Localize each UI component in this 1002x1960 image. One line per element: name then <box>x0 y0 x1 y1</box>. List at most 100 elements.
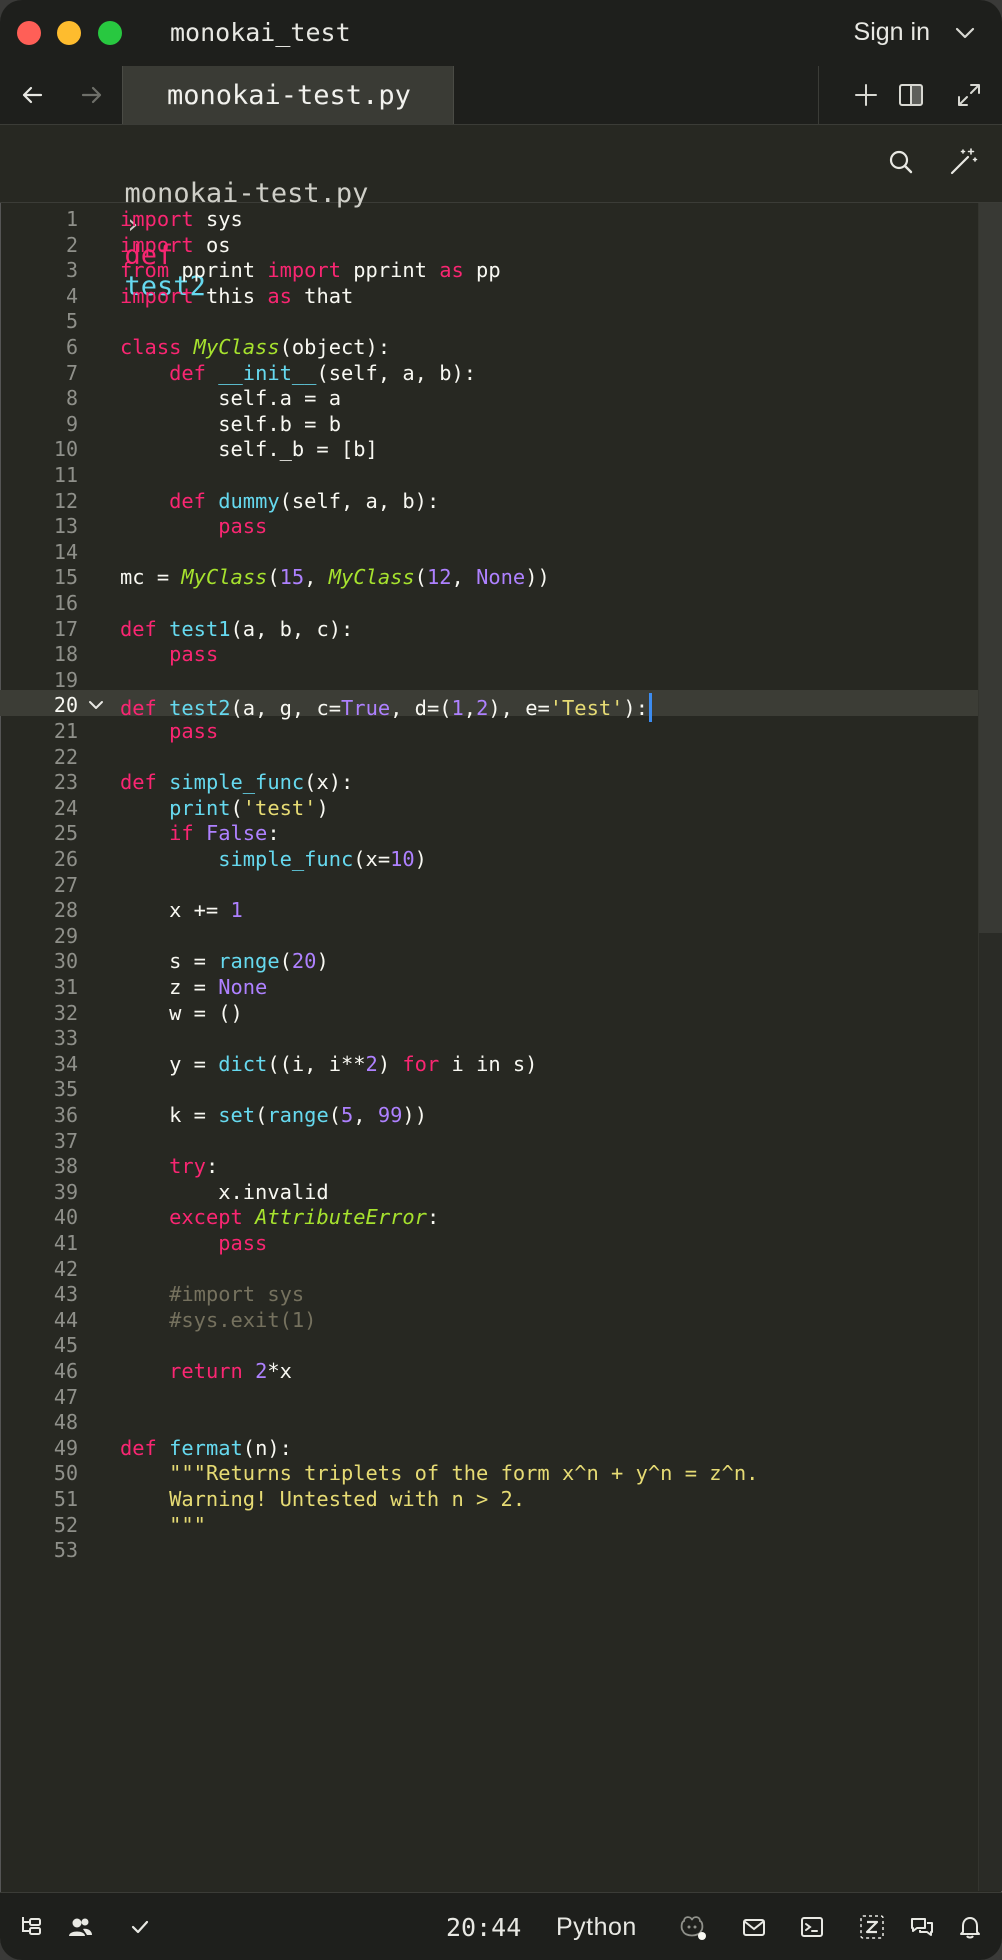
code-line[interactable]: 28 x += 1 <box>0 895 978 922</box>
code-line[interactable]: 29 <box>0 921 978 948</box>
code-line[interactable]: 6 class MyClass(object): <box>0 332 978 359</box>
line-number[interactable]: 10 <box>0 437 78 461</box>
code-line[interactable]: 25 if False: <box>0 818 978 845</box>
code-line[interactable]: 37 <box>0 1126 978 1153</box>
line-number[interactable]: 40 <box>0 1205 78 1229</box>
chat-icon[interactable] <box>908 1913 936 1941</box>
terminal-icon[interactable] <box>798 1913 826 1941</box>
code-line[interactable]: 9 self.b = b <box>0 409 978 436</box>
minimize-window-button[interactable] <box>57 21 81 45</box>
zed-assistant-icon[interactable] <box>858 1913 886 1941</box>
line-number[interactable]: 32 <box>0 1001 78 1025</box>
maximize-icon[interactable] <box>954 80 984 110</box>
tab-monokai-test[interactable]: monokai-test.py <box>122 66 454 124</box>
line-number[interactable]: 45 <box>0 1333 78 1357</box>
line-number[interactable]: 35 <box>0 1077 78 1101</box>
line-number[interactable]: 37 <box>0 1129 78 1153</box>
code-line[interactable]: 24 print('test') <box>0 793 978 820</box>
code-line[interactable]: 19 <box>0 665 978 692</box>
line-number[interactable]: 24 <box>0 796 78 820</box>
code-line[interactable]: 1 import sys <box>0 204 978 231</box>
line-number[interactable]: 33 <box>0 1026 78 1050</box>
sign-in-button[interactable]: Sign in <box>854 18 930 47</box>
line-number[interactable]: 48 <box>0 1410 78 1434</box>
code-line[interactable]: 31 z = None <box>0 972 978 999</box>
language-selector[interactable]: Python <box>556 1913 637 1942</box>
code-line[interactable]: 3 from pprint import pprint as pp <box>0 255 978 282</box>
code-line[interactable]: 23 def simple_func(x): <box>0 767 978 794</box>
code-line[interactable]: 43 #import sys <box>0 1279 978 1306</box>
line-number[interactable]: 53 <box>0 1538 78 1562</box>
line-number[interactable]: 46 <box>0 1359 78 1383</box>
line-number[interactable]: 19 <box>0 668 78 692</box>
line-number[interactable]: 47 <box>0 1385 78 1409</box>
code-line[interactable]: 30 s = range(20) <box>0 946 978 973</box>
code-line[interactable]: 49 def fermat(n): <box>0 1433 978 1460</box>
collaborators-icon[interactable] <box>66 1913 94 1941</box>
code-line[interactable]: 22 <box>0 742 978 769</box>
code-line[interactable]: 39 x.invalid <box>0 1177 978 1204</box>
line-number[interactable]: 1 <box>0 207 78 231</box>
line-number[interactable]: 20 <box>0 693 78 717</box>
code-line[interactable]: 36 k = set(range(5, 99)) <box>0 1100 978 1127</box>
code-line[interactable]: 52 """ <box>0 1510 978 1537</box>
code-line[interactable]: 34 y = dict((i, i**2) for i in s) <box>0 1049 978 1076</box>
fold-chevron-icon[interactable] <box>88 699 104 711</box>
code-line-active[interactable]: 20 def test2(a, g, c=True, d=(1,2), e='Te… <box>0 690 978 723</box>
line-number[interactable]: 30 <box>0 949 78 973</box>
line-number[interactable]: 3 <box>0 258 78 282</box>
line-number[interactable]: 29 <box>0 924 78 948</box>
code-line[interactable]: 53 <box>0 1535 978 1562</box>
line-number[interactable]: 26 <box>0 847 78 871</box>
code-line[interactable]: 4 import this as that <box>0 281 978 308</box>
line-number[interactable]: 13 <box>0 514 78 538</box>
line-number[interactable]: 23 <box>0 770 78 794</box>
code-line[interactable]: 8 self.a = a <box>0 383 978 410</box>
split-pane-icon[interactable] <box>896 80 926 110</box>
line-number[interactable]: 34 <box>0 1052 78 1076</box>
magic-wand-icon[interactable] <box>946 145 980 179</box>
code-line[interactable]: 48 <box>0 1407 978 1434</box>
code-line[interactable]: 35 <box>0 1074 978 1101</box>
line-number[interactable]: 38 <box>0 1154 78 1178</box>
forward-arrow-icon[interactable] <box>77 80 107 110</box>
code-line[interactable]: 14 <box>0 537 978 564</box>
line-number[interactable]: 28 <box>0 898 78 922</box>
line-number[interactable]: 6 <box>0 335 78 359</box>
code-line[interactable]: 13 pass <box>0 511 978 538</box>
line-number[interactable]: 5 <box>0 309 78 333</box>
code-line[interactable]: 33 <box>0 1023 978 1050</box>
line-number[interactable]: 7 <box>0 361 78 385</box>
diagnostics-check-icon[interactable] <box>126 1913 154 1941</box>
chevron-down-icon[interactable] <box>952 20 978 46</box>
line-number[interactable]: 11 <box>0 463 78 487</box>
line-number[interactable]: 15 <box>0 565 78 589</box>
line-number[interactable]: 2 <box>0 233 78 257</box>
code-line[interactable]: 18 pass <box>0 639 978 666</box>
code-line[interactable]: 38 try: <box>0 1151 978 1178</box>
scrollbar-thumb[interactable] <box>979 203 1002 933</box>
line-number[interactable]: 25 <box>0 821 78 845</box>
close-window-button[interactable] <box>17 21 41 45</box>
code-line[interactable]: 12 def dummy(self, a, b): <box>0 486 978 513</box>
code-line[interactable]: 32 w = () <box>0 998 978 1025</box>
line-number[interactable]: 43 <box>0 1282 78 1306</box>
code-line[interactable]: 41 pass <box>0 1228 978 1255</box>
code-line[interactable]: 10 self._b = [b] <box>0 434 978 461</box>
code-line[interactable]: 26 simple_func(x=10) <box>0 844 978 871</box>
code-line[interactable]: 16 <box>0 588 978 615</box>
line-number[interactable]: 39 <box>0 1180 78 1204</box>
line-number[interactable]: 41 <box>0 1231 78 1255</box>
line-number[interactable]: 51 <box>0 1487 78 1511</box>
zoom-window-button[interactable] <box>98 21 122 45</box>
new-tab-plus-icon[interactable] <box>851 80 881 110</box>
line-number[interactable]: 22 <box>0 745 78 769</box>
mail-icon[interactable] <box>740 1913 768 1941</box>
project-tree-icon[interactable] <box>18 1913 46 1941</box>
code-line[interactable]: 15 mc = MyClass(15, MyClass(12, None)) <box>0 562 978 589</box>
line-number[interactable]: 16 <box>0 591 78 615</box>
line-number[interactable]: 31 <box>0 975 78 999</box>
code-line[interactable]: 21 pass <box>0 716 978 743</box>
search-icon[interactable] <box>884 145 918 179</box>
line-number[interactable]: 12 <box>0 489 78 513</box>
